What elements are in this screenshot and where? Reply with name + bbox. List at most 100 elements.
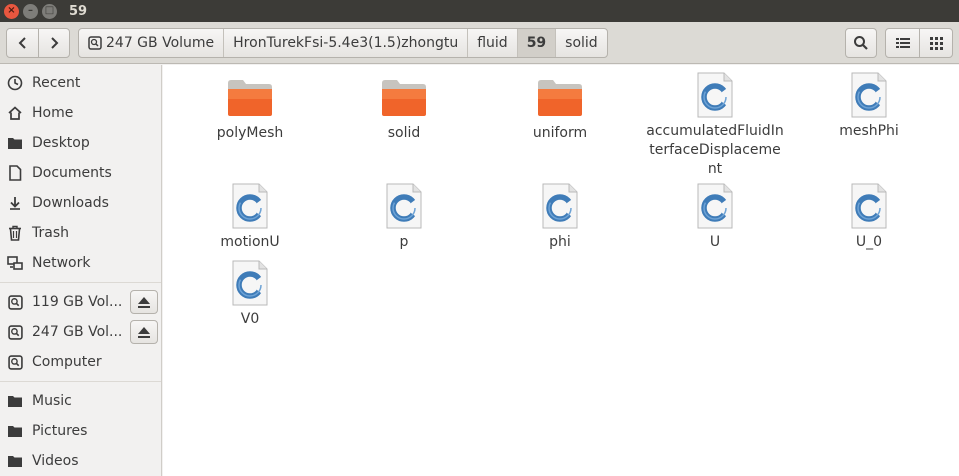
sidebar-item-label: Desktop — [32, 135, 90, 151]
sidebar-item-label: 119 GB Vol... — [32, 294, 123, 310]
breadcrumb-label: fluid — [477, 34, 508, 51]
network-icon — [6, 254, 24, 272]
sidebar-item-music[interactable]: Music — [0, 386, 161, 416]
file-name: uniform — [532, 125, 588, 141]
sidebar-item-label: Downloads — [32, 195, 109, 211]
close-icon: × — [7, 5, 16, 16]
breadcrumb-label: HronTurekFsi-5.4e3(1.5)zhongtu — [233, 34, 459, 51]
eject-icon — [138, 326, 150, 338]
breadcrumb-item-volume[interactable]: 247 GB Volume — [79, 28, 225, 57]
sidebar-item-label: 247 GB Vol... — [32, 324, 123, 340]
sidebar-item-label: Recent — [32, 75, 81, 91]
back-button[interactable] — [7, 29, 38, 57]
grid-view-icon — [929, 36, 943, 50]
breadcrumb-item-current[interactable]: 59 — [517, 28, 557, 57]
drive-icon — [6, 353, 24, 371]
title-bar: × – □ 59 — [0, 0, 959, 22]
sidebar-item-label: Documents — [32, 165, 112, 181]
folder-icon — [6, 392, 24, 410]
drive-icon — [88, 35, 102, 50]
sidebar-item-videos[interactable]: Videos — [0, 446, 161, 476]
forward-button[interactable] — [38, 28, 69, 57]
grid-view-button[interactable] — [919, 29, 952, 57]
search-button[interactable] — [845, 28, 877, 58]
file-name: U_0 — [855, 234, 883, 250]
folder-icon — [6, 452, 24, 470]
toolbar-right — [845, 28, 953, 58]
maximize-icon: □ — [44, 5, 55, 16]
file-view[interactable]: polyMesh solid uniform accumulatedFluidI… — [163, 65, 959, 476]
folder-icon — [226, 73, 274, 121]
breadcrumb-item-fluid[interactable]: fluid — [468, 28, 518, 57]
breadcrumb-label: 247 GB Volume — [106, 34, 215, 51]
sidebar-item-documents[interactable]: Documents — [0, 158, 161, 188]
file-item-p[interactable]: p — [326, 182, 482, 252]
file-item-uniform[interactable]: uniform — [482, 73, 638, 143]
history-nav — [6, 27, 70, 58]
file-item-solid[interactable]: solid — [326, 73, 482, 143]
chevron-right-icon — [51, 36, 59, 49]
file-item-u0[interactable]: U_0 — [791, 182, 947, 252]
sidebar-item-pictures[interactable]: Pictures — [0, 416, 161, 446]
breadcrumb-item-solid[interactable]: solid — [556, 29, 607, 57]
file-name: meshPhi — [839, 123, 899, 139]
sidebar-item-desktop[interactable]: Desktop — [0, 128, 161, 158]
search-icon — [854, 36, 868, 50]
sidebar-item-label: Home — [32, 105, 74, 121]
file-name: phi — [549, 234, 571, 250]
folder-icon — [380, 73, 428, 121]
c-source-file-icon — [845, 182, 893, 230]
close-window-button[interactable]: × — [4, 3, 19, 19]
breadcrumb-label: solid — [565, 34, 598, 51]
c-source-file-icon — [845, 71, 893, 119]
list-view-button[interactable] — [886, 29, 919, 57]
minimize-icon: – — [28, 5, 33, 16]
document-icon — [6, 164, 24, 182]
sidebar-item-label: Pictures — [32, 423, 88, 439]
sidebar-item-network[interactable]: Network — [0, 248, 161, 278]
c-source-file-icon — [691, 182, 739, 230]
eject-button[interactable] — [130, 290, 158, 314]
sidebar-item-downloads[interactable]: Downloads — [0, 188, 161, 218]
download-icon — [6, 194, 24, 212]
sidebar-item-label: Trash — [32, 225, 69, 241]
home-icon — [6, 104, 24, 122]
sidebar-divider — [0, 381, 161, 382]
file-item-polymesh[interactable]: polyMesh — [172, 73, 328, 143]
file-item-v0[interactable]: V0 — [172, 259, 328, 329]
file-item-meshphi[interactable]: meshPhi — [791, 71, 947, 141]
file-item-u[interactable]: U — [637, 182, 793, 252]
c-source-file-icon — [226, 259, 274, 307]
minimize-window-button[interactable]: – — [23, 3, 38, 19]
view-toggle — [885, 28, 953, 58]
file-name: accumulatedFluidInterfaceDisplacement — [646, 123, 784, 177]
folder-icon — [6, 134, 24, 152]
folder-icon — [6, 422, 24, 440]
file-item-accumulated[interactable]: accumulatedFluidInterfaceDisplacement — [637, 71, 793, 179]
chevron-left-icon — [18, 36, 26, 49]
sidebar-item-volume-119[interactable]: 119 GB Vol... — [0, 287, 161, 317]
sidebar-divider — [0, 282, 161, 283]
sidebar-item-recent[interactable]: Recent — [0, 68, 161, 98]
sidebar-item-label: Computer — [32, 354, 102, 370]
sidebar-item-computer[interactable]: Computer — [0, 347, 161, 377]
drive-icon — [6, 323, 24, 341]
toolbar: 247 GB Volume HronTurekFsi-5.4e3(1.5)zho… — [0, 22, 959, 64]
c-source-file-icon — [536, 182, 584, 230]
maximize-window-button[interactable]: □ — [42, 3, 57, 19]
list-view-icon — [895, 38, 910, 48]
file-name: motionU — [220, 234, 280, 250]
sidebar-item-label: Network — [32, 255, 91, 271]
window-title: 59 — [69, 3, 88, 19]
breadcrumb-item-project[interactable]: HronTurekFsi-5.4e3(1.5)zhongtu — [224, 28, 469, 57]
sidebar-item-home[interactable]: Home — [0, 98, 161, 128]
sidebar-item-label: Videos — [32, 453, 79, 469]
file-item-motionu[interactable]: motionU — [172, 182, 328, 252]
file-item-phi[interactable]: phi — [482, 182, 638, 252]
eject-button[interactable] — [130, 320, 158, 344]
clock-icon — [6, 74, 24, 92]
file-name: p — [399, 234, 409, 250]
sidebar-item-trash[interactable]: Trash — [0, 218, 161, 248]
trash-icon — [6, 224, 24, 242]
sidebar-item-volume-247[interactable]: 247 GB Vol... — [0, 317, 161, 347]
